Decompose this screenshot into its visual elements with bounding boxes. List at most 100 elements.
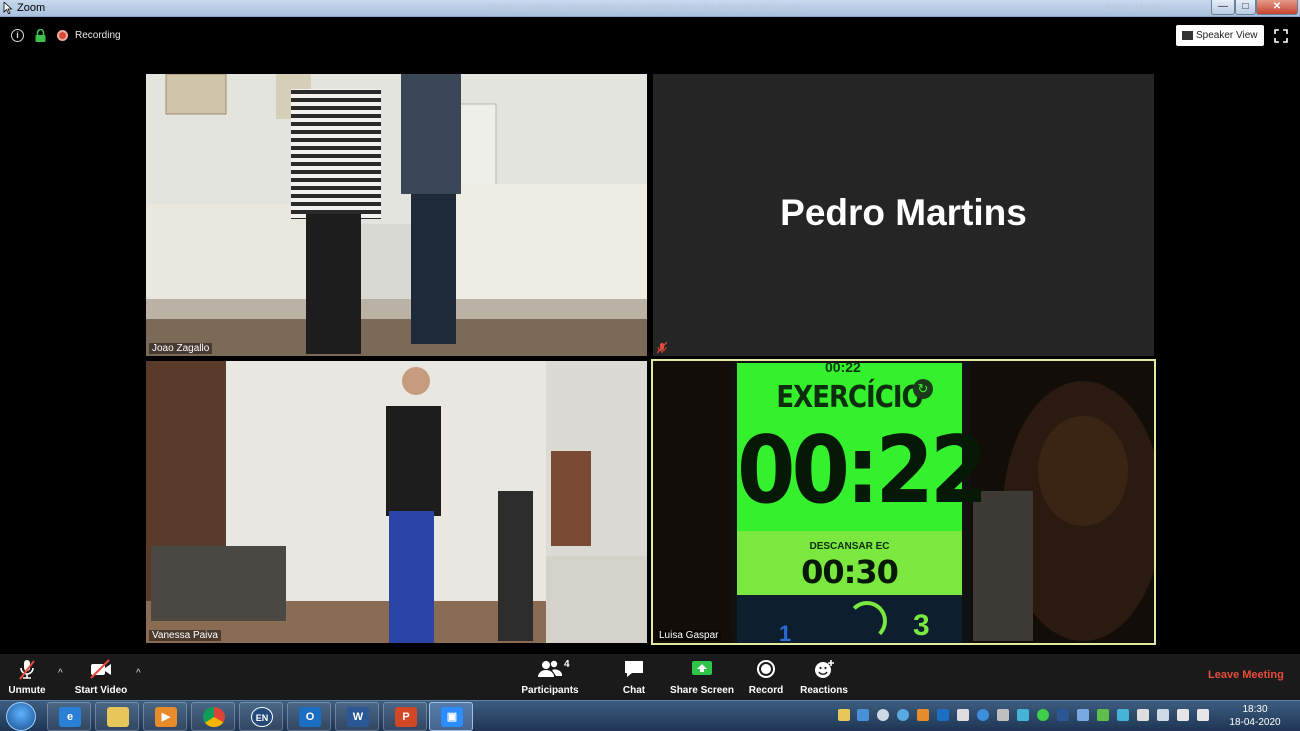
recording-icon [57, 30, 68, 41]
fullscreen-icon[interactable] [1274, 29, 1288, 43]
tray-update-icon[interactable] [977, 709, 989, 721]
tray-monitor-icon[interactable] [1017, 709, 1029, 721]
record-icon [757, 660, 775, 678]
taskbar-powerpoint[interactable]: P [383, 702, 427, 731]
record-button[interactable]: Record [744, 654, 788, 700]
timer-round-current: 1 [779, 621, 792, 645]
taskbar-language[interactable]: EN [239, 702, 283, 731]
start-video-label: Start Video [74, 685, 128, 696]
timer-rest-band: DESCANSAR EC 00:30 [737, 531, 962, 595]
participant-name-luisa: Luisa Gaspar [656, 630, 722, 641]
lock-icon[interactable] [35, 29, 46, 42]
unmute-label: Unmute [8, 685, 46, 696]
video-tile-joao[interactable]: Joao Zagallo [146, 74, 647, 356]
taskbar-internet-explorer[interactable]: e [47, 702, 91, 731]
reactions-button[interactable]: Reactions [798, 654, 850, 700]
speaker-view-icon [1182, 31, 1193, 40]
taskbar-zoom[interactable]: ▣ [429, 702, 473, 731]
close-button[interactable]: ✕ [1256, 0, 1298, 15]
tray-battery-icon[interactable] [1097, 709, 1109, 721]
meeting-topbar: i Recording Speaker View [0, 18, 1300, 52]
tray-network-icon[interactable] [877, 709, 889, 721]
video-off-icon [90, 659, 111, 679]
zoom-icon: ▣ [441, 707, 463, 727]
maximize-button[interactable]: □ [1235, 0, 1256, 15]
muted-mic-icon [657, 342, 667, 354]
powerpoint-icon: P [395, 707, 417, 727]
reactions-label: Reactions [800, 685, 848, 696]
speaker-view-button[interactable]: Speaker View [1176, 25, 1264, 46]
tray-display-icon[interactable] [957, 709, 969, 721]
recording-label: Recording [75, 30, 121, 41]
timer-round-total: 3 [913, 609, 930, 642]
leave-meeting-button[interactable]: Leave Meeting [1208, 669, 1284, 681]
timer-phone: 00:22 EXERCÍCIO ↻ 00:22 DESCANSAR EC 00:… [731, 359, 988, 643]
muted-microphone-icon [19, 660, 35, 680]
record-label: Record [748, 685, 784, 696]
audio-options-caret[interactable]: ^ [58, 668, 70, 679]
tray-shield-icon[interactable] [838, 709, 850, 721]
unmute-button[interactable]: Unmute [4, 654, 50, 700]
video-tile-pedro[interactable]: Pedro Martins [653, 74, 1154, 356]
window-title: Zoom [17, 2, 46, 14]
taskbar-clock[interactable]: 18:30 18-04-2020 [1226, 703, 1284, 729]
participant-name-joao: Joao Zagallo [149, 343, 213, 354]
folder-icon [107, 707, 129, 727]
tray-bluetooth-icon[interactable] [1077, 709, 1089, 721]
participants-label: Participants [521, 685, 579, 696]
media-player-icon: ▶ [155, 707, 177, 727]
window-meeting-topic: Physical activity: intervention (see spe… [488, 3, 801, 14]
tray-mail-icon[interactable] [917, 709, 929, 721]
timer-bottom-bar: 1 3 [737, 595, 962, 643]
timer-rest-time: 00:30 [801, 553, 899, 591]
tray-outlook-icon[interactable] [937, 709, 949, 721]
tray-teamviewer-icon[interactable] [1117, 709, 1129, 721]
window-user-name: Pedro Martins [1105, 3, 1168, 14]
taskbar-chrome[interactable] [191, 702, 235, 731]
share-screen-label: Share Screen [670, 685, 734, 696]
speaker-view-label: Speaker View [1196, 30, 1258, 41]
tray-signal-icon[interactable] [1157, 709, 1169, 721]
video-feed-vanessa [146, 361, 647, 643]
window-titlebar: Zoom Physical activity: intervention (se… [0, 0, 1300, 17]
video-tile-luisa[interactable]: 00:22 EXERCÍCIO ↻ 00:22 DESCANSAR EC 00:… [651, 359, 1156, 645]
share-screen-button[interactable]: Share Screen [670, 654, 734, 700]
minimize-button[interactable]: — [1211, 0, 1235, 15]
info-icon[interactable]: i [11, 29, 24, 42]
tray-word-icon[interactable] [1057, 709, 1069, 721]
cursor-icon [3, 2, 13, 14]
tray-sync-icon[interactable] [897, 709, 909, 721]
video-tile-vanessa[interactable]: Vanessa Paiva [146, 361, 647, 643]
timer-progress-dial [847, 601, 887, 641]
language-icon: EN [251, 707, 273, 727]
chrome-icon [203, 707, 225, 727]
start-video-button[interactable]: Start Video [72, 654, 130, 700]
reactions-icon [815, 660, 834, 678]
taskbar-media-player[interactable]: ▶ [143, 702, 187, 731]
meeting-toolbar: Unmute ^ Start Video ^ 4 Participants Ch… [0, 654, 1300, 700]
outlook-icon: O [299, 707, 321, 727]
timer-rest-label: DESCANSAR EC [809, 541, 890, 552]
chat-button[interactable]: Chat [612, 654, 656, 700]
clock-date: 18-04-2020 [1229, 717, 1281, 728]
tray-flag-icon[interactable] [1197, 709, 1209, 721]
tray-drive-icon[interactable] [997, 709, 1009, 721]
timer-top-partial: 00:22 [825, 359, 861, 375]
video-feed-joao [146, 74, 647, 356]
taskbar-file-explorer[interactable] [95, 702, 139, 731]
participants-icon [538, 660, 563, 677]
tray-device-icon[interactable] [1137, 709, 1149, 721]
start-button[interactable] [6, 702, 36, 731]
participants-button[interactable]: 4 Participants [518, 654, 582, 700]
reset-icon: ↻ [913, 379, 933, 399]
video-options-caret[interactable]: ^ [136, 668, 148, 679]
tray-chat-icon[interactable] [857, 709, 869, 721]
participant-display-name-pedro: Pedro Martins [780, 192, 1027, 233]
taskbar-outlook[interactable]: O [287, 702, 331, 731]
taskbar-word[interactable]: W [335, 702, 379, 731]
participants-count: 4 [564, 659, 570, 670]
tray-wifi-icon[interactable] [1037, 709, 1049, 721]
tray-volume-icon[interactable] [1177, 709, 1189, 721]
clock-time: 18:30 [1242, 704, 1268, 715]
word-icon: W [347, 707, 369, 727]
